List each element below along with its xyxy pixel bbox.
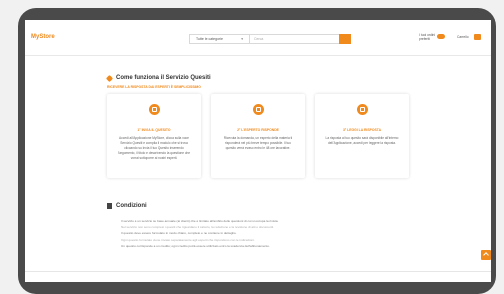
scroll-to-top-button[interactable]: [481, 250, 491, 260]
section-subtitle[interactable]: RICEVERE LA RISPOSTA DAI ESPERTI È SEMPL…: [107, 85, 201, 89]
step-card-2: 2° L'ESPERTO RISPONDE Ricevuta la domand…: [211, 94, 305, 178]
search-input[interactable]: Cerca: [250, 37, 263, 41]
step-card-3: 3° LEGGI LA RISPOSTA La risposta al tuo …: [315, 94, 409, 178]
search-button[interactable]: [339, 34, 351, 44]
site-logo[interactable]: MyStore: [31, 34, 55, 40]
device-screen: MyStore Tutte le categorie ▾ Cerca I tuo…: [25, 20, 491, 282]
step-card-text: Accedi all'Applicazione MyStore, clicca …: [117, 136, 191, 160]
document-icon: [356, 104, 368, 115]
chat-icon[interactable]: [437, 34, 445, 39]
list-item: Un quesito corrisponde a un credito; ogn…: [121, 243, 421, 249]
divider: [25, 271, 491, 272]
pencil-icon: [105, 74, 114, 82]
chat-bubble-icon: [252, 104, 264, 115]
conditions-list: Il servizio è un servizio su base annual…: [121, 218, 421, 249]
step-card-text: La risposta al tuo quesito sarà disponib…: [325, 136, 399, 145]
send-icon: [148, 104, 160, 115]
account-links[interactable]: I tuoi ordini preferiti: [419, 33, 435, 41]
search-bar: Tutte le categorie ▾ Cerca: [189, 34, 351, 44]
chevron-up-icon: [483, 252, 489, 258]
favorites-link[interactable]: preferiti: [419, 37, 435, 41]
step-card-text: Ricevuta la domanda, un esperto della ma…: [223, 136, 293, 150]
section-title: Come funziona il Servizio Quesiti: [105, 74, 211, 82]
cart-icon[interactable]: [474, 34, 481, 40]
conditions-title: Condizioni: [107, 203, 147, 209]
conditions-title-text: Condizioni: [116, 203, 147, 209]
top-bar: MyStore Tutte le categorie ▾ Cerca I tuo…: [25, 20, 491, 56]
cart-label[interactable]: Carrello: [457, 35, 469, 39]
category-select-label: Tutte le categorie: [196, 37, 223, 41]
step-card-1: 1° INVIA IL QUESITO Accedi all'Applicazi…: [107, 94, 201, 178]
category-select[interactable]: Tutte le categorie ▾: [190, 35, 250, 43]
chevron-down-icon: ▾: [241, 37, 243, 41]
section-title-text: Come funziona il Servizio Quesiti: [116, 75, 211, 81]
document-icon: [107, 203, 112, 209]
